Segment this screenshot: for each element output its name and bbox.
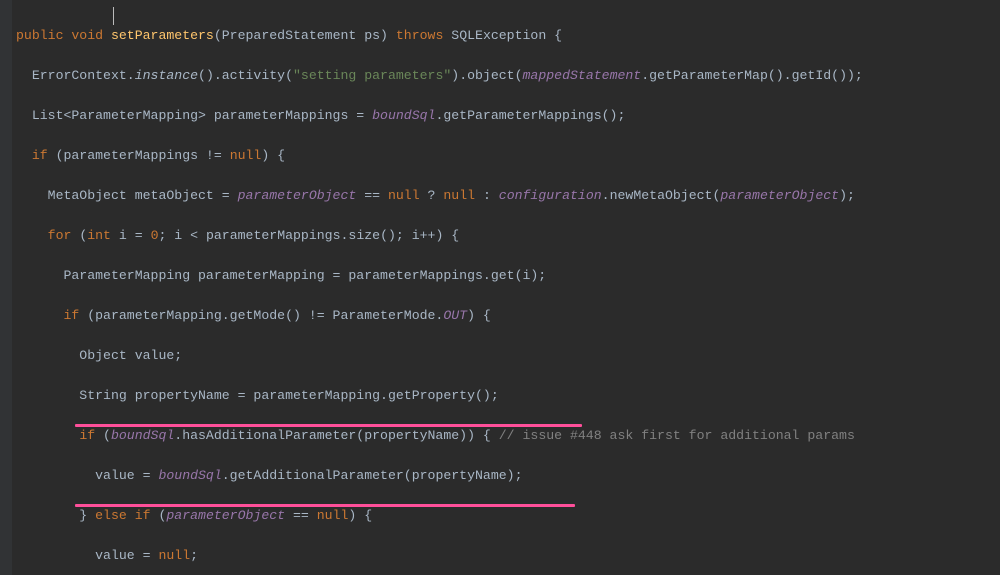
code-line[interactable]: if (boundSql.hasAdditionalParameter(prop… [16,426,863,446]
code-editor[interactable]: public void setParameters(PreparedStatem… [0,0,1000,575]
code-line[interactable]: if (parameterMappings != null) { [16,146,863,166]
code-line[interactable]: value = null; [16,546,863,566]
annotation-underline [75,504,575,507]
code-line[interactable]: for (int i = 0; i < parameterMappings.si… [16,226,863,246]
editor-gutter [0,0,12,575]
code-line[interactable]: List<ParameterMapping> parameterMappings… [16,106,863,126]
code-line[interactable]: Object value; [16,346,863,366]
code-line[interactable]: value = boundSql.getAdditionalParameter(… [16,466,863,486]
code-line[interactable]: if (parameterMapping.getMode() != Parame… [16,306,863,326]
code-line[interactable]: MetaObject metaObject = parameterObject … [16,186,863,206]
code-line[interactable]: ParameterMapping parameterMapping = para… [16,266,863,286]
code-line[interactable]: String propertyName = parameterMapping.g… [16,386,863,406]
code-line[interactable]: ErrorContext.instance().activity("settin… [16,66,863,86]
code-line[interactable]: public void setParameters(PreparedStatem… [16,26,863,46]
code-line[interactable]: } else if (parameterObject == null) { [16,506,863,526]
code-block[interactable]: public void setParameters(PreparedStatem… [16,6,863,575]
annotation-underline [75,424,582,427]
